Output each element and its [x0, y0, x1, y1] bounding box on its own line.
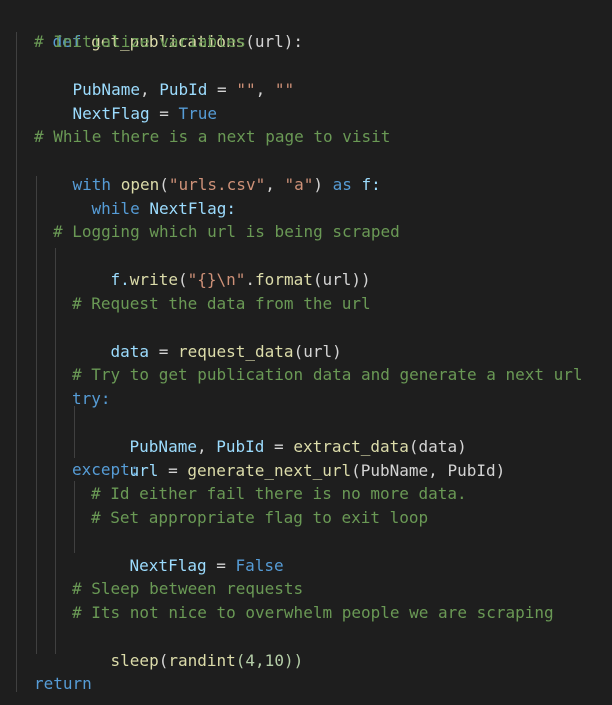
var-data: data — [110, 342, 150, 361]
string-literal: "a" — [284, 175, 314, 194]
code-editor[interactable]: def get_publications(url): # Initialize … — [0, 0, 612, 705]
code-line-18[interactable]: # Set appropriate flag to exit loop — [91, 506, 428, 530]
call-args: (4,10)) — [235, 651, 304, 670]
code-line-13[interactable]: try: — [72, 387, 111, 411]
var-nextflag: NextFlag: — [139, 199, 237, 218]
code-line-23[interactable]: return — [34, 672, 92, 696]
var-nextflag: NextFlag — [72, 104, 150, 123]
indent-guide-try — [74, 406, 75, 458]
comma: , — [255, 80, 275, 99]
keyword-as: as — [332, 175, 352, 194]
var-f: f: — [351, 175, 381, 194]
code-line-19[interactable]: NextFlag = False — [91, 530, 284, 575]
assign-op: = — [206, 556, 236, 575]
code-line-9[interactable]: f.write("{}\n".format(url)) — [72, 244, 371, 289]
call-args: (url) — [293, 342, 342, 361]
code-line-7[interactable]: while NextFlag: — [53, 173, 237, 218]
code-line-14[interactable]: PubName, PubId = extract_data(data) — [91, 411, 467, 456]
method-format: format — [255, 270, 313, 289]
dot: . — [245, 270, 256, 289]
method-write: write — [129, 270, 178, 289]
indent-guide-level-3 — [55, 248, 56, 654]
paren: ( — [177, 270, 188, 289]
bool-true: True — [178, 104, 218, 123]
code-line-8[interactable]: # Logging which url is being scraped — [53, 220, 400, 244]
function-request-data: request_data — [177, 342, 294, 361]
indent-guide-except — [74, 481, 75, 553]
code-line-17[interactable]: # Id either fail there is no more data. — [91, 482, 467, 506]
code-line-21[interactable]: # Its not nice to overwhelm people we ar… — [72, 601, 554, 625]
function-randint: randint — [168, 651, 236, 670]
code-line-10[interactable]: # Request the data from the url — [72, 292, 371, 316]
string-literal: "" — [274, 80, 295, 99]
code-line-4[interactable]: NextFlag = True — [34, 78, 218, 123]
assign-op: = — [149, 104, 179, 123]
code-line-22[interactable]: sleep(randint(4,10)) — [72, 625, 304, 670]
function-generate-next-url: generate_next_url — [187, 461, 352, 480]
string-literal: "" — [236, 80, 256, 99]
paren: ) — [313, 175, 333, 194]
string-literal: "{}\n" — [187, 270, 246, 289]
assign-op: = — [149, 342, 178, 361]
code-line-11[interactable]: data = request_data(url) — [72, 316, 342, 361]
code-line-12[interactable]: # Try to get publication data and genera… — [72, 363, 583, 387]
code-line-6[interactable]: with open("urls.csv", "a") as f: — [34, 149, 381, 194]
call-args: (url)) — [312, 270, 371, 289]
function-sleep: sleep — [110, 651, 159, 670]
code-line-15[interactable]: url = generate_next_url(PubName, PubId) — [91, 435, 506, 480]
code-line-16[interactable]: except: — [72, 458, 139, 482]
code-line-2[interactable]: # Initialize variables — [34, 30, 246, 54]
paren: ( — [158, 651, 169, 670]
code-line-5[interactable]: # While there is a next page to visit — [34, 125, 390, 149]
call-args: (PubName, PubId) — [351, 461, 506, 480]
var-f: f. — [110, 270, 130, 289]
code-line-1[interactable]: def get_publications(url): — [14, 6, 303, 51]
keyword-while: while — [91, 199, 140, 218]
indent-guide-level-1 — [16, 32, 17, 692]
var-nextflag: NextFlag — [129, 556, 207, 575]
comma: , — [265, 175, 285, 194]
function-params: (url): — [245, 32, 303, 51]
code-line-3[interactable]: PubName, PubId = "", "" — [34, 54, 295, 99]
code-line-20[interactable]: # Sleep between requests — [72, 577, 303, 601]
bool-false: False — [235, 556, 284, 575]
assign-op: = — [158, 461, 188, 480]
indent-guide-level-2 — [36, 176, 37, 654]
